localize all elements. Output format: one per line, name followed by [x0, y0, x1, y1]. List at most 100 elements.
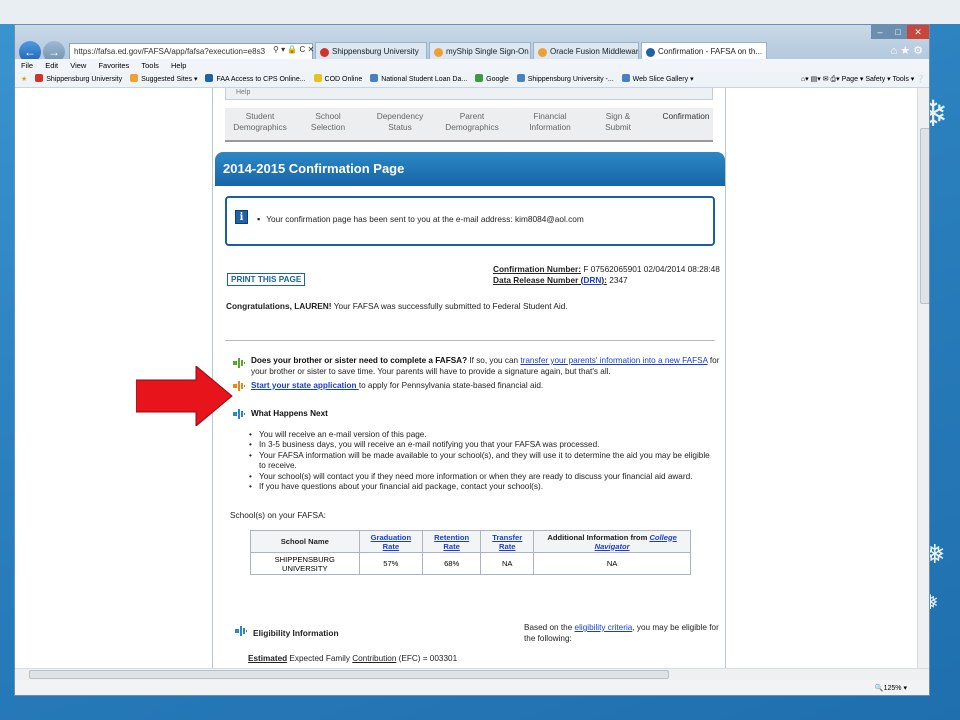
- fav-web-slice[interactable]: Web Slice Gallery ▾: [621, 72, 694, 87]
- next-steps-list: You will receive an e-mail version of th…: [249, 430, 715, 493]
- list-item: You will receive an e-mail version of th…: [249, 430, 715, 441]
- green-list-icon: [233, 358, 245, 368]
- what-happens-next-heading: What Happens Next: [251, 409, 328, 418]
- confirmation-header: 2014-2015 Confirmation Page: [215, 152, 725, 186]
- feeds-icon[interactable]: ▤▾: [811, 76, 821, 83]
- confirmation-number-value: F 07562065901 02/04/2014 08:28:48: [581, 264, 720, 274]
- horizontal-scrollbar[interactable]: [15, 668, 929, 680]
- schools-table: School Name Graduation Rate Retention Ra…: [250, 530, 691, 575]
- additional-info-cell: NA: [533, 552, 691, 575]
- scroll-thumb[interactable]: [920, 128, 929, 304]
- blue-list-icon: [233, 409, 245, 419]
- step-school-selection[interactable]: School Selection: [293, 111, 363, 133]
- restore-icon[interactable]: □: [889, 25, 907, 39]
- fav-faa-access[interactable]: FAA Access to CPS Online...: [205, 72, 306, 87]
- transfer-rate-cell: NA: [480, 552, 535, 575]
- help-icon[interactable]: ❔: [916, 76, 925, 83]
- favorites-star-icon[interactable]: ★: [21, 72, 27, 87]
- transfer-info-link[interactable]: transfer your parents' information into …: [520, 356, 707, 365]
- progress-steps: Student Demographics School Selection Depe…: [225, 108, 713, 142]
- graduation-rate-cell: 57%: [358, 552, 424, 575]
- menu-help[interactable]: Help: [171, 61, 186, 70]
- sibling-fafsa-text: Does your brother or sister need to comp…: [251, 356, 720, 376]
- table-header-row: School Name Graduation Rate Retention Ra…: [250, 530, 691, 553]
- col-retention-rate[interactable]: Retention Rate: [422, 530, 482, 553]
- drn-link[interactable]: DRN: [583, 275, 601, 285]
- divider: [225, 340, 715, 341]
- email-notice-text: Your confirmation page has been sent to …: [266, 214, 584, 224]
- menu-tools[interactable]: Tools: [141, 61, 159, 70]
- start-state-application-link[interactable]: Start your state application: [251, 381, 359, 390]
- confirmation-details: Confirmation Number: F 07562065901 02/04…: [493, 264, 720, 285]
- col-transfer-rate[interactable]: Transfer Rate: [480, 530, 535, 553]
- school-name-cell: SHIPPENSBURG UNIVERSITY: [250, 552, 360, 575]
- menu-file[interactable]: File: [21, 61, 33, 70]
- slide-top-strip: [0, 0, 960, 24]
- eligibility-criteria-link[interactable]: eligibility criteria: [575, 623, 633, 632]
- step-sign-submit[interactable]: Sign & Submit: [583, 111, 653, 133]
- confirmation-number-label: Confirmation Number:: [493, 264, 582, 274]
- list-item: In 3-5 business days, you will receive a…: [249, 440, 715, 451]
- step-confirmation: Confirmation: [662, 111, 710, 121]
- drn-value: 2347: [606, 275, 628, 285]
- home-star-gear-icons[interactable]: ⌂ ★ ⚙: [891, 44, 923, 57]
- fav-ship-university[interactable]: Shippensburg University -...: [516, 72, 614, 87]
- fav-suggested[interactable]: Suggested Sites ▾: [130, 72, 198, 87]
- search-icon[interactable]: ⚲ ▾ 🔒 C ✕: [273, 45, 314, 54]
- tab-favicon-icon: [538, 48, 547, 57]
- blue-list-icon: [235, 626, 247, 636]
- table-row: SHIPPENSBURG UNIVERSITY 57% 68% NA NA: [250, 552, 691, 575]
- fafsa-page: Help Student Demographics School Selection…: [212, 88, 726, 668]
- browser-titlebar: – □ ✕ ← → https://fafsa.ed.gov/FAFSA/app…: [15, 25, 929, 63]
- step-dependency-status[interactable]: Dependency Status: [365, 111, 435, 133]
- info-icon: i: [235, 210, 248, 224]
- tab-favicon-icon: [320, 48, 329, 57]
- browser-window: – □ ✕ ← → https://fafsa.ed.gov/FAFSA/app…: [14, 24, 930, 696]
- help-tab[interactable]: Help: [225, 88, 713, 100]
- scroll-thumb[interactable]: [29, 670, 669, 679]
- list-item: Your school(s) will contact you if they …: [249, 472, 715, 483]
- tab-favicon-icon: [434, 48, 443, 57]
- list-item: Your FAFSA information will be made avai…: [249, 451, 715, 472]
- step-student-demographics[interactable]: Student Demographics: [225, 111, 295, 133]
- congrats-message: Congratulations, LAUREN! Your FAFSA was …: [226, 301, 568, 311]
- retention-rate-cell: 68%: [422, 552, 482, 575]
- menu-page[interactable]: Page ▾: [842, 76, 864, 83]
- efc-text: Estimated Expected Family Contribution (…: [248, 654, 458, 663]
- fav-shippensburg[interactable]: Shippensburg University: [35, 72, 122, 87]
- orange-list-icon: [233, 381, 245, 391]
- email-notice-box: i ▪ Your confirmation page has been sent …: [225, 196, 715, 246]
- close-icon[interactable]: ✕: [907, 25, 929, 39]
- menu-view[interactable]: View: [70, 61, 86, 70]
- menu-safety[interactable]: Safety ▾: [865, 76, 890, 83]
- schools-label: School(s) on your FAFSA:: [230, 510, 326, 520]
- print-page-button[interactable]: PRINT THIS PAGE: [227, 273, 306, 286]
- eligibility-text: Based on the eligibility criteria, you m…: [524, 623, 719, 643]
- fav-google[interactable]: Google: [475, 72, 509, 87]
- fav-nslds[interactable]: National Student Loan Da...: [370, 72, 467, 87]
- page-title: 2014-2015 Confirmation Page: [223, 161, 405, 176]
- home-icon[interactable]: ⌂▾: [801, 76, 809, 83]
- menu-favorites[interactable]: Favorites: [98, 61, 129, 70]
- tab-favicon-icon: [646, 48, 655, 57]
- minimize-icon[interactable]: –: [871, 25, 889, 39]
- step-financial-information[interactable]: Financial Information: [515, 111, 585, 133]
- status-bar: 🔍125% ▾: [15, 680, 929, 695]
- col-graduation-rate[interactable]: Graduation Rate: [358, 530, 424, 553]
- fav-cod[interactable]: COD Online: [313, 72, 362, 87]
- favorites-bar: ★ Shippensburg University Suggested Site…: [15, 72, 929, 88]
- col-additional-info: Additional Information from College Navi…: [533, 530, 691, 553]
- col-school-name: School Name: [250, 530, 360, 553]
- zoom-level[interactable]: 🔍125% ▾: [875, 680, 907, 695]
- list-item: If you have questions about your financi…: [249, 482, 715, 493]
- step-parent-demographics[interactable]: Parent Demographics: [437, 111, 507, 133]
- menu-tools-cmd[interactable]: Tools ▾: [893, 76, 915, 83]
- mail-icon[interactable]: ✉: [823, 76, 829, 83]
- state-application-text: Start your state application to apply fo…: [251, 381, 544, 390]
- vertical-scrollbar[interactable]: [917, 88, 929, 668]
- command-bar: ⌂▾ ▤▾ ✉ ⎙▾ Page ▾ Safety ▾ Tools ▾ ❔: [801, 72, 925, 87]
- menu-edit[interactable]: Edit: [45, 61, 58, 70]
- eligibility-heading: Eligibility Information: [253, 628, 339, 638]
- menu-bar: File Edit View Favorites Tools Help: [15, 59, 929, 72]
- print-icon[interactable]: ⎙▾: [831, 76, 840, 83]
